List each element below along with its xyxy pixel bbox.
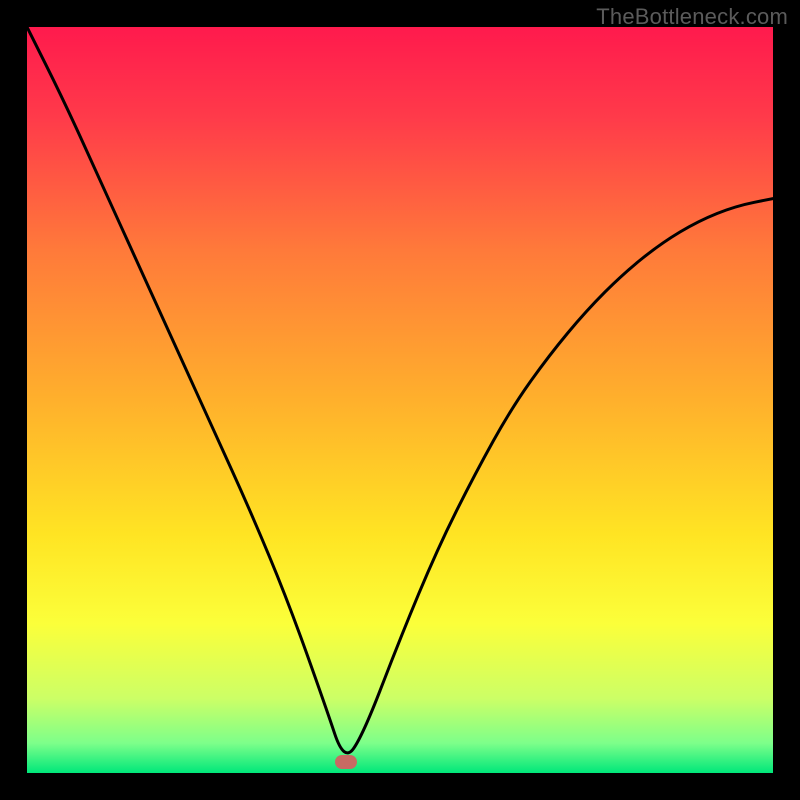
watermark-text: TheBottleneck.com [596, 4, 788, 30]
optimal-marker [335, 755, 357, 769]
bottleneck-curve [27, 27, 773, 773]
outer-frame: TheBottleneck.com [0, 0, 800, 800]
plot-area [27, 27, 773, 773]
